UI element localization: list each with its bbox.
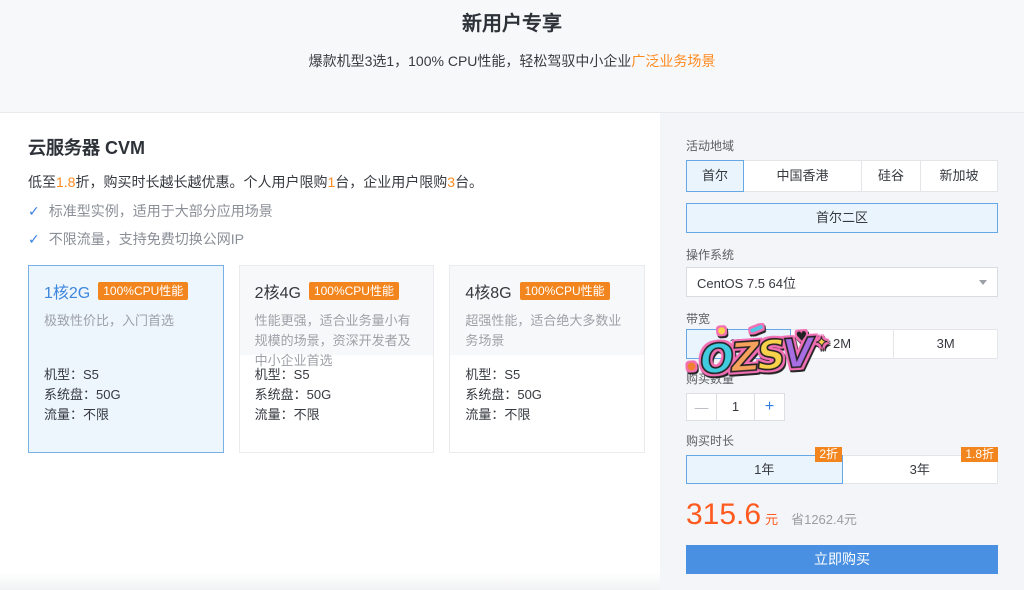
- os-selected-value: CentOS 7.5 64位: [697, 273, 796, 292]
- region-option-siliconvalley[interactable]: 硅谷: [861, 160, 921, 192]
- plan-card-2core4g[interactable]: 2核4G 100%CPU性能 性能更强，适合业务量小有规模的场景，资深开发者及中…: [239, 265, 435, 453]
- quantity-increase-button[interactable]: +: [754, 393, 785, 421]
- product-desc: 低至1.8折，购买时长越长越优惠。个人用户限购1台，企业用户限购3台。: [28, 173, 660, 191]
- price-unit: 元: [765, 509, 778, 528]
- desc-text: 台。: [455, 174, 483, 190]
- region-option-hongkong[interactable]: 中国香港: [743, 160, 862, 192]
- config-sidebar: 活动地域 首尔 中国香港 硅谷 新加坡 首尔二区 操作系统 CentOS 7.5…: [660, 113, 1024, 590]
- page-title: 新用户专享: [0, 10, 1024, 38]
- quantity-stepper: — 1 +: [686, 393, 998, 421]
- plan-card-header: 4核8G 100%CPU性能 超强性能，适合绝大多数业务场景: [450, 266, 644, 355]
- plan-desc: 极致性价比，入门首选: [44, 311, 208, 331]
- plan-card-header: 1核2G 100%CPU性能 极致性价比，入门首选: [29, 266, 223, 355]
- plan-specs: 机型：S5 系统盘：50G 流量：不限: [29, 355, 223, 435]
- buy-now-button[interactable]: 立即购买: [686, 545, 998, 574]
- minus-icon: —: [695, 399, 709, 415]
- feature-text: 标准型实例，适用于大部分应用场景: [49, 203, 273, 219]
- plan-name: 2核4G: [255, 279, 301, 303]
- discount-badge-3year: 1.8折: [961, 447, 998, 462]
- subtitle-text: 爆款机型3选1，100% CPU性能，轻松驾驭中小企业: [309, 53, 632, 69]
- check-icon: ✓: [28, 231, 40, 247]
- spec-traffic: 流量：不限: [255, 405, 419, 425]
- bandwidth-option-2m[interactable]: 2M: [790, 329, 895, 359]
- cpu-performance-badge: 100%CPU性能: [309, 282, 399, 300]
- spec-model: 机型：S5: [44, 365, 208, 385]
- spec-traffic: 流量：不限: [465, 405, 629, 425]
- spec-model: 机型：S5: [255, 365, 419, 385]
- product-panel: 云服务器 CVM 低至1.8折，购买时长越长越优惠。个人用户限购1台，企业用户限…: [0, 113, 660, 590]
- price-amount: 315.6: [686, 499, 761, 531]
- cpu-performance-badge: 100%CPU性能: [98, 282, 188, 300]
- plus-icon: +: [765, 398, 774, 415]
- os-label: 操作系统: [686, 249, 998, 261]
- feature-item: ✓ 标准型实例，适用于大部分应用场景: [28, 203, 660, 219]
- spec-system-disk: 系统盘：50G: [44, 385, 208, 405]
- plan-name: 4核8G: [465, 279, 511, 303]
- desc-highlight-discount: 1.8: [56, 174, 75, 190]
- os-select[interactable]: CentOS 7.5 64位: [686, 267, 998, 297]
- product-title: 云服务器 CVM: [28, 140, 660, 156]
- bandwidth-option-3m[interactable]: 3M: [893, 329, 998, 359]
- desc-text: 折，购买时长越长越优惠。个人用户限购: [75, 174, 327, 190]
- spec-traffic: 流量：不限: [44, 405, 208, 425]
- price-savings: 省1262.4元: [791, 509, 857, 528]
- plan-name: 1核2G: [44, 279, 90, 303]
- spec-system-disk: 系统盘：50G: [465, 385, 629, 405]
- feature-item: ✓ 不限流量，支持免费切换公网IP: [28, 231, 660, 247]
- plan-card-header: 2核4G 100%CPU性能 性能更强，适合业务量小有规模的场景，资深开发者及中…: [240, 266, 434, 355]
- feature-text: 不限流量，支持免费切换公网IP: [49, 231, 244, 247]
- desc-text: 台，企业用户限购: [335, 174, 447, 190]
- region-option-singapore[interactable]: 新加坡: [920, 160, 998, 192]
- quantity-value[interactable]: 1: [716, 393, 755, 421]
- subtitle-highlight: 广泛业务场景: [631, 53, 715, 69]
- plan-specs: 机型：S5 系统盘：50G 流量：不限: [240, 355, 434, 435]
- zone-button[interactable]: 首尔二区: [686, 203, 998, 233]
- desc-highlight-company-limit: 3: [447, 174, 455, 190]
- bandwidth-option-1m[interactable]: 1M: [686, 329, 791, 359]
- discount-badge-1year: 2折: [815, 447, 842, 462]
- cpu-performance-badge: 100%CPU性能: [520, 282, 610, 300]
- plan-card-list: 1核2G 100%CPU性能 极致性价比，入门首选 机型：S5 系统盘：50G …: [28, 265, 660, 453]
- spec-model: 机型：S5: [465, 365, 629, 385]
- region-option-seoul[interactable]: 首尔: [686, 160, 744, 192]
- plan-card-4core8g[interactable]: 4核8G 100%CPU性能 超强性能，适合绝大多数业务场景 机型：S5 系统盘…: [449, 265, 645, 453]
- quantity-decrease-button[interactable]: —: [686, 393, 717, 421]
- promo-header: 新用户专享 爆款机型3选1，100% CPU性能，轻松驾驭中小企业广泛业务场景: [0, 0, 1024, 113]
- spec-system-disk: 系统盘：50G: [255, 385, 419, 405]
- desc-text: 低至: [28, 174, 56, 190]
- bandwidth-label: 带宽: [686, 313, 998, 325]
- region-label: 活动地域: [686, 140, 998, 152]
- duration-option-group: 1年 3年 2折 1.8折: [686, 455, 998, 484]
- quantity-label: 购买数量: [686, 373, 998, 385]
- price-row: 315.6 元 省1262.4元: [686, 499, 998, 531]
- check-icon: ✓: [28, 203, 40, 219]
- plan-desc: 超强性能，适合绝大多数业务场景: [465, 311, 629, 351]
- chevron-down-icon: [979, 280, 987, 285]
- duration-label: 购买时长: [686, 435, 998, 447]
- bandwidth-option-group: 1M 2M 3M: [686, 329, 998, 359]
- page-subtitle: 爆款机型3选1，100% CPU性能，轻松驾驭中小企业广泛业务场景: [0, 51, 1024, 71]
- plan-card-1core2g[interactable]: 1核2G 100%CPU性能 极致性价比，入门首选 机型：S5 系统盘：50G …: [28, 265, 224, 453]
- region-option-group: 首尔 中国香港 硅谷 新加坡: [686, 160, 998, 192]
- plan-specs: 机型：S5 系统盘：50G 流量：不限: [450, 355, 644, 435]
